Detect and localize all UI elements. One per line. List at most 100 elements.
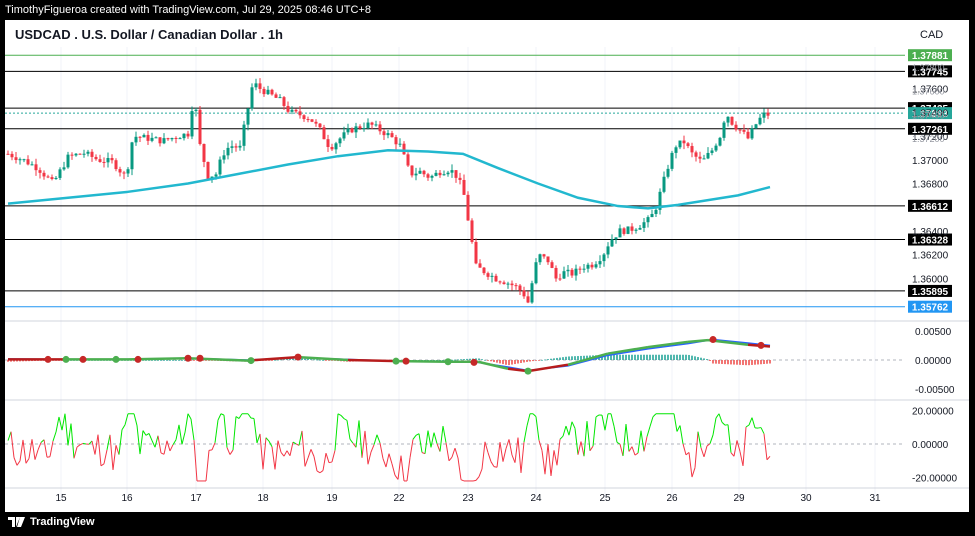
oscillator-line-segment [412, 434, 417, 440]
candle-body [314, 121, 318, 124]
candle-body [694, 152, 698, 157]
candle-body [566, 269, 570, 272]
oscillator-line-segment [742, 426, 747, 466]
oscillator-line-segment [388, 453, 393, 464]
oscillator-line-segment [394, 474, 399, 480]
macd-histogram-bar [739, 360, 741, 365]
macd-histogram-bar [532, 360, 534, 362]
candle-body [738, 129, 742, 131]
candle-body [410, 165, 414, 176]
oscillator-line-segment [238, 413, 243, 419]
macd-histogram-bar [181, 360, 183, 361]
oscillator-line-segment [76, 444, 81, 448]
oscillator-line-segment [190, 418, 195, 441]
candle-body [362, 128, 366, 130]
candle-body [222, 155, 226, 160]
oscillator-line-segment [550, 450, 555, 477]
candle-body [142, 134, 146, 138]
oscillator-line-segment [511, 454, 516, 463]
macd-histogram-bar [550, 358, 552, 360]
macd-line-segment [247, 355, 299, 362]
macd-histogram-bar [292, 358, 294, 360]
candle-body [474, 241, 478, 264]
candle-body [218, 159, 222, 175]
candle-body [462, 179, 466, 195]
macd-histogram-bar [178, 360, 180, 361]
candle-body [118, 169, 122, 173]
oscillator-line-segment [751, 417, 756, 429]
oscillator-line-segment [712, 417, 717, 436]
candle-body [130, 142, 134, 170]
oscillator-line-segment [691, 467, 696, 478]
candle-body [366, 122, 370, 129]
y-tick-label-faded: 1.37400 [912, 110, 945, 120]
oscillator-line-segment [301, 430, 306, 467]
candle-body [550, 262, 554, 268]
macd-line-segment [347, 358, 399, 363]
macd-histogram-bar [649, 354, 651, 360]
candle-body [122, 172, 126, 174]
oscillator-line-segment [760, 427, 765, 434]
macd-histogram-bar [568, 356, 570, 360]
oscillator-line-segment [136, 425, 141, 455]
oscillator-line-segment [340, 415, 345, 419]
candle-body [186, 133, 190, 137]
macd-cross-marker [524, 367, 532, 375]
candle-body [90, 151, 94, 157]
candle-body [202, 143, 206, 162]
candle-body [110, 158, 114, 161]
macd-histogram-bar [502, 360, 504, 365]
macd-cross-marker [444, 358, 452, 366]
chart-panel[interactable]: 15 16 17 18 19 22 23 24 25 26 29 30 31 1.37881 1.37745… [5, 20, 969, 512]
macd-histogram-bar [322, 360, 324, 361]
candle-body [338, 138, 342, 144]
macd-histogram-bar [508, 360, 510, 366]
y-tick-label: 1.36400 [912, 227, 949, 238]
macd-histogram-bar [535, 360, 537, 361]
candle-body [426, 174, 430, 178]
oscillator-line-segment [379, 442, 384, 459]
chart-svg[interactable]: 15 16 17 18 19 22 23 24 25 26 29 30 311.378811.37745… [5, 20, 969, 512]
oscillator-line-segment [457, 457, 462, 480]
macd-histogram-bar [715, 360, 717, 364]
candle-body [470, 220, 474, 242]
candle-body [246, 108, 250, 125]
oscillator-line-segment [400, 455, 405, 482]
oscillator-line-segment [430, 432, 435, 448]
macd-histogram-bar [724, 360, 726, 365]
oscillator-line-segment [310, 449, 315, 457]
oscillator-line-segment [748, 417, 753, 426]
oscillator-line-segment [94, 434, 99, 455]
oscillator-line-segment [151, 440, 156, 448]
oscillator-line-segment [175, 424, 180, 440]
candle-body [598, 261, 602, 265]
oscillator-line-segment [271, 446, 276, 470]
candle-body [166, 138, 170, 140]
oscillator-line-segment [55, 416, 60, 433]
x-tick-label: 22 [393, 493, 405, 504]
oscillator-line-segment [361, 430, 366, 458]
oscillator-line-segment [514, 437, 519, 463]
oscillator-line-segment [286, 450, 291, 457]
oscillator-line-segment [490, 461, 495, 467]
macd-histogram-bar [631, 354, 633, 360]
candle-body [270, 89, 274, 95]
oscillator-line-segment [406, 457, 411, 482]
oscillator-line-segment [460, 479, 465, 482]
candle-body [358, 126, 362, 129]
macd-histogram-bar [553, 358, 555, 360]
macd-histogram-bar [469, 358, 471, 360]
candle-body [322, 127, 326, 140]
macd-histogram-bar [547, 359, 549, 360]
oscillator-line-segment [40, 439, 45, 443]
candle-body [126, 169, 130, 174]
oscillator-line-segment [631, 446, 636, 456]
oscillator-line-segment [226, 447, 231, 455]
moving-average-line [7, 149, 771, 210]
footer-brand: TradingView [8, 516, 95, 528]
candle-body [70, 154, 74, 156]
oscillator-line-segment [16, 460, 21, 466]
candle-body [14, 157, 18, 160]
candle-body [206, 161, 210, 180]
candle-body [146, 134, 150, 141]
